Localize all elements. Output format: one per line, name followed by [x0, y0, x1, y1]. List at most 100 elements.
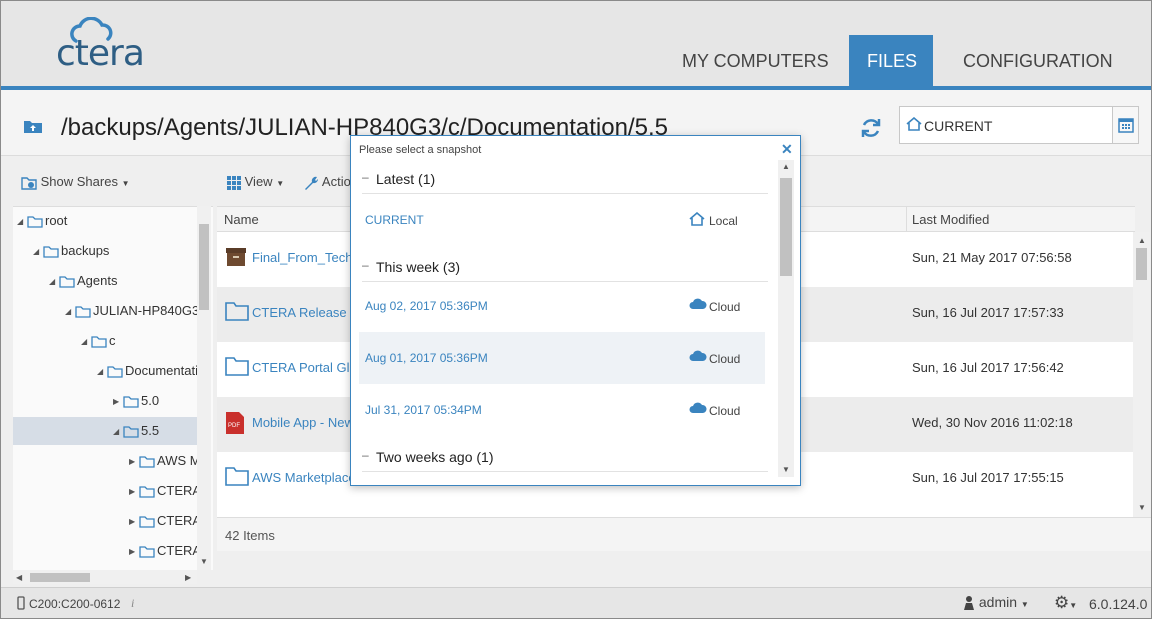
tree-item-ctera-1[interactable]: ▶ CTERA Release Overview: [129, 477, 197, 505]
device-icon: [17, 596, 25, 610]
device-label[interactable]: C200:C200-0612: [29, 597, 120, 611]
tree-item-julian[interactable]: ◢ JULIAN-HP840G3: [65, 297, 213, 325]
snapshot-item[interactable]: Aug 01, 2017 05:36PM Cloud: [359, 332, 765, 384]
snapshot-popup: Please select a snapshot ✕ – Latest (1) …: [350, 135, 801, 486]
tree-expanded-icon[interactable]: ◢: [113, 418, 123, 445]
show-shares-button[interactable]: Show Shares ▼: [21, 174, 130, 190]
tree-collapsed-icon[interactable]: ▶: [129, 508, 139, 535]
group-label: Latest (1): [376, 171, 436, 187]
folder-icon: [123, 425, 139, 438]
house-icon: [906, 117, 922, 131]
file-list-scroll-thumb[interactable]: [1136, 248, 1147, 280]
scroll-left-arrow-icon[interactable]: ◀: [16, 573, 22, 582]
collapse-icon[interactable]: –: [362, 258, 369, 272]
tree-expanded-icon[interactable]: ◢: [49, 268, 59, 295]
group-label: This week (3): [376, 259, 461, 275]
tree-item-5-5[interactable]: ◢ 5.5: [13, 417, 197, 445]
folder-icon: [139, 545, 155, 558]
snapshot-group-header[interactable]: – Latest (1): [362, 160, 768, 194]
tab-my-computers[interactable]: MY COMPUTERS: [664, 35, 847, 87]
tree-scroll-thumb[interactable]: [199, 224, 209, 310]
scroll-up-arrow-icon[interactable]: ▲: [1138, 236, 1146, 245]
scroll-up-arrow-icon[interactable]: ▲: [782, 162, 790, 171]
snapshot-selector[interactable]: CURRENT: [899, 106, 1139, 144]
folder-icon: [139, 485, 155, 498]
collapse-icon[interactable]: –: [362, 448, 369, 462]
popup-scroll-thumb[interactable]: [780, 178, 792, 276]
tree-expanded-icon[interactable]: ◢: [81, 328, 91, 355]
tab-configuration[interactable]: CONFIGURATION: [945, 35, 1131, 87]
file-name[interactable]: Mobile App - New: [252, 415, 354, 430]
show-shares-label: Show Shares: [40, 174, 118, 189]
tree-item-agents[interactable]: ◢ Agents: [49, 267, 213, 295]
tree-item-5-0[interactable]: ▶ 5.0: [113, 387, 197, 415]
tree-hscroll-thumb[interactable]: [30, 573, 90, 582]
column-last-modified[interactable]: Last Modified: [912, 212, 989, 227]
tree-item-backups[interactable]: ◢ backups: [33, 237, 213, 265]
collapse-icon[interactable]: –: [362, 170, 369, 184]
snapshot-location: Cloud: [709, 352, 741, 366]
tree-label: JULIAN-HP840G3: [93, 303, 200, 318]
pdf-icon: PDF: [226, 412, 244, 434]
scroll-down-arrow-icon[interactable]: ▼: [1138, 503, 1146, 512]
tree-collapsed-icon[interactable]: ▶: [113, 388, 123, 415]
view-button[interactable]: View ▼: [227, 174, 284, 190]
folder-up-icon[interactable]: [23, 118, 43, 134]
snapshot-item[interactable]: CURRENT Local: [359, 194, 765, 246]
tree-collapsed-icon[interactable]: ▶: [129, 478, 139, 505]
snapshot-item[interactable]: Aug 02, 2017 05:36PM Cloud: [359, 280, 765, 332]
file-name[interactable]: AWS Marketplace: [252, 470, 356, 485]
column-name[interactable]: Name: [224, 212, 259, 227]
scroll-down-arrow-icon[interactable]: ▼: [200, 557, 208, 566]
tree-item-root[interactable]: ◢ root: [17, 207, 203, 235]
scroll-right-arrow-icon[interactable]: ▶: [185, 573, 191, 582]
group-label: Two weeks ago (1): [376, 449, 494, 465]
file-modified: Sun, 16 Jul 2017 17:56:42: [912, 360, 1064, 375]
snapshot-name[interactable]: Aug 02, 2017 05:36PM: [365, 299, 488, 313]
refresh-icon[interactable]: [859, 116, 883, 140]
settings-menu[interactable]: ⚙▼: [1054, 593, 1077, 613]
archive-icon: [226, 248, 246, 266]
grid-icon: [227, 175, 241, 190]
version-label: 6.0.124.0: [1089, 596, 1148, 612]
tree-item-aws[interactable]: ▶ AWS Marketplace: [129, 447, 197, 475]
snapshot-group-header[interactable]: – This week (3): [362, 248, 768, 282]
tree-label: c: [109, 333, 116, 348]
folder-icon: [91, 335, 107, 348]
cloud-icon: [689, 350, 707, 361]
tree-collapsed-icon[interactable]: ▶: [129, 448, 139, 475]
tree-label: Agents: [77, 273, 118, 288]
folder-icon: [27, 215, 43, 228]
tree-label: Documentation: [125, 363, 197, 378]
tree-item-c[interactable]: ◢ c: [81, 327, 213, 355]
info-icon[interactable]: i: [131, 596, 134, 611]
tree-collapsed-icon[interactable]: ▶: [129, 538, 139, 565]
tree-expanded-icon[interactable]: ◢: [33, 238, 43, 265]
snapshot-item[interactable]: Jul 31, 2017 05:34PM Cloud: [359, 384, 765, 436]
cloud-icon: [689, 298, 707, 309]
tab-files[interactable]: FILES: [849, 35, 933, 87]
folder-icon: [225, 357, 249, 376]
tree-expanded-icon[interactable]: ◢: [97, 358, 107, 385]
user-icon: [964, 596, 974, 611]
snapshot-value: CURRENT: [924, 118, 993, 134]
snapshot-group-header[interactable]: – Two weeks ago (1): [362, 438, 768, 472]
tree-expanded-icon[interactable]: ◢: [65, 298, 75, 325]
snapshot-name[interactable]: Aug 01, 2017 05:36PM: [365, 351, 488, 365]
scroll-down-arrow-icon[interactable]: ▼: [782, 465, 790, 474]
file-modified: Sun, 16 Jul 2017 17:57:33: [912, 305, 1064, 320]
folder-icon: [59, 275, 75, 288]
calendar-button[interactable]: [1112, 107, 1138, 143]
snapshot-name[interactable]: Jul 31, 2017 05:34PM: [365, 403, 482, 417]
tree-item-ctera-3[interactable]: ▶ CTERA: [129, 537, 197, 565]
tree-label: root: [45, 213, 68, 228]
tree-item-ctera-2[interactable]: ▶ CTERA Portal Global: [129, 507, 197, 535]
view-label: View: [244, 174, 273, 189]
user-menu[interactable]: admin ▼: [963, 594, 1029, 611]
tree-item-documentation[interactable]: ◢ Documentation: [97, 357, 197, 385]
snapshot-list: – Latest (1) CURRENT Local – This week (…: [352, 160, 780, 486]
tree-expanded-icon[interactable]: ◢: [17, 208, 27, 235]
close-icon[interactable]: ✕: [781, 141, 793, 158]
snapshot-name[interactable]: CURRENT: [365, 213, 424, 227]
folder-icon: [225, 302, 249, 321]
